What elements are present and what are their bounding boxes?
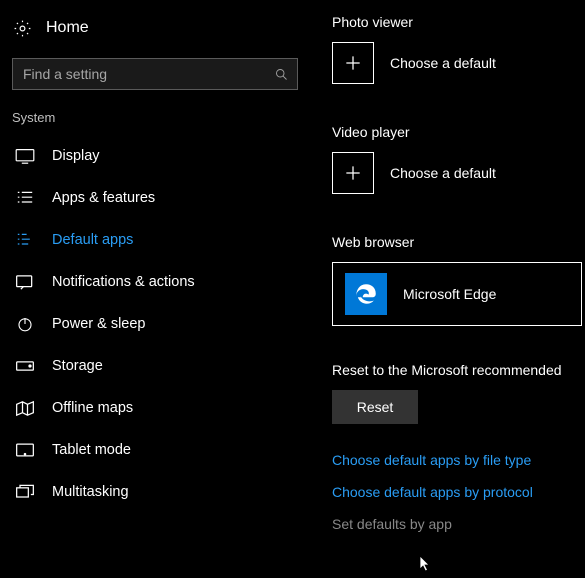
link-defaults-by-filetype[interactable]: Choose default apps by file type: [332, 452, 585, 468]
nav-item-apps-features[interactable]: Apps & features: [12, 177, 310, 219]
nav-label: Storage: [52, 358, 103, 374]
default-apps-icon: [14, 232, 36, 248]
choose-default-label: Choose a default: [390, 55, 496, 71]
nav-item-multitasking[interactable]: Multitasking: [12, 471, 310, 513]
nav-item-default-apps[interactable]: Default apps: [12, 219, 310, 261]
category-photo-viewer: Photo viewer: [332, 14, 585, 30]
nav-label: Notifications & actions: [52, 274, 195, 290]
display-icon: [14, 148, 36, 164]
nav-label: Multitasking: [52, 484, 129, 500]
category-web-browser: Web browser: [332, 234, 585, 250]
nav-item-storage[interactable]: Storage: [12, 345, 310, 387]
home-link[interactable]: Home: [12, 14, 310, 42]
map-icon: [14, 400, 36, 417]
edge-icon: [345, 273, 387, 315]
nav-label: Power & sleep: [52, 316, 146, 332]
nav-list: Display Apps & features Default apps Not…: [12, 135, 310, 513]
plus-icon: [332, 152, 374, 194]
settings-sidebar: Home Find a setting System Display: [0, 0, 310, 532]
notifications-icon: [14, 274, 36, 291]
reset-description: Reset to the Microsoft recommended: [332, 362, 585, 378]
choose-default-photo[interactable]: Choose a default: [332, 42, 585, 84]
nav-label: Offline maps: [52, 400, 133, 416]
tablet-icon: [14, 442, 36, 458]
nav-label: Default apps: [52, 232, 133, 248]
nav-label: Tablet mode: [52, 442, 131, 458]
link-defaults-by-app[interactable]: Set defaults by app: [332, 516, 585, 532]
storage-icon: [14, 359, 36, 373]
link-defaults-by-protocol[interactable]: Choose default apps by protocol: [332, 484, 585, 500]
nav-label: Apps & features: [52, 190, 155, 206]
choose-default-label: Choose a default: [390, 165, 496, 181]
nav-label: Display: [52, 148, 100, 164]
browser-app-label: Microsoft Edge: [403, 286, 496, 302]
section-heading: System: [12, 110, 310, 125]
home-label: Home: [46, 19, 89, 37]
search-input[interactable]: Find a setting: [12, 58, 298, 90]
reset-button[interactable]: Reset: [332, 390, 418, 424]
search-placeholder: Find a setting: [23, 66, 273, 82]
settings-content: Photo viewer Choose a default Video play…: [310, 0, 585, 532]
nav-item-offline-maps[interactable]: Offline maps: [12, 387, 310, 429]
nav-item-notifications[interactable]: Notifications & actions: [12, 261, 310, 303]
nav-item-tablet-mode[interactable]: Tablet mode: [12, 429, 310, 471]
list-icon: [14, 190, 36, 206]
nav-item-display[interactable]: Display: [12, 135, 310, 177]
search-icon: [273, 67, 289, 82]
gear-icon: [12, 19, 32, 38]
power-icon: [14, 315, 36, 333]
multitasking-icon: [14, 484, 36, 500]
category-video-player: Video player: [332, 124, 585, 140]
choose-default-video[interactable]: Choose a default: [332, 152, 585, 194]
nav-item-power-sleep[interactable]: Power & sleep: [12, 303, 310, 345]
web-browser-default[interactable]: Microsoft Edge: [332, 262, 582, 326]
plus-icon: [332, 42, 374, 84]
